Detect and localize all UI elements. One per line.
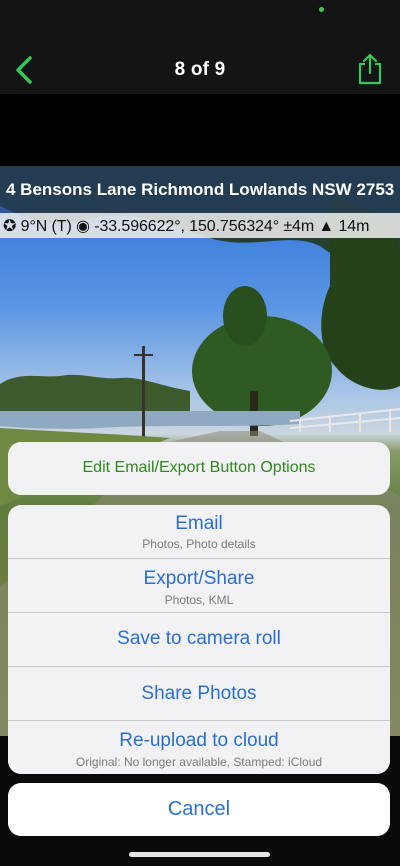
edit-options-label: Edit Email/Export Button Options bbox=[82, 459, 316, 476]
export-share-button[interactable]: Export/Share Photos, KML bbox=[8, 558, 390, 612]
action-subtitle: Original: No longer available, Stamped: … bbox=[75, 755, 323, 769]
cancel-button[interactable]: Cancel bbox=[8, 783, 390, 836]
action-subtitle: Photos, Photo details bbox=[142, 537, 256, 551]
action-label: Save to camera roll bbox=[117, 628, 281, 649]
home-indicator bbox=[129, 852, 270, 857]
action-label: Re-upload to cloud bbox=[119, 730, 279, 751]
page-title: 8 of 9 bbox=[174, 59, 226, 80]
action-sheet: Email Photos, Photo details Export/Share… bbox=[8, 505, 390, 774]
status-indicator-dot bbox=[319, 7, 324, 12]
action-subtitle: Photos, KML bbox=[164, 593, 234, 607]
share-photos-button[interactable]: Share Photos bbox=[8, 666, 390, 720]
reupload-to-cloud-button[interactable]: Re-upload to cloud Original: No longer a… bbox=[8, 720, 390, 774]
email-button[interactable]: Email Photos, Photo details bbox=[8, 505, 390, 558]
address-label: 4 Bensons Lane Richmond Lowlands NSW 275… bbox=[6, 180, 395, 199]
action-label: Email bbox=[175, 513, 223, 534]
share-button[interactable] bbox=[354, 52, 386, 86]
action-label: Share Photos bbox=[141, 683, 257, 704]
action-label: Export/Share bbox=[143, 568, 255, 589]
cancel-label: Cancel bbox=[167, 798, 231, 820]
share-icon bbox=[358, 53, 382, 85]
coordinates-overlay: ✪ 9°N (T) ◉ -33.596622°, 150.756324° ±4m… bbox=[0, 213, 400, 238]
address-overlay: 4 Bensons Lane Richmond Lowlands NSW 275… bbox=[0, 166, 400, 213]
save-to-camera-roll-button[interactable]: Save to camera roll bbox=[8, 612, 390, 666]
navigation-bar: 8 of 9 bbox=[0, 0, 400, 94]
edit-options-button[interactable]: Edit Email/Export Button Options bbox=[8, 442, 390, 495]
coordinates-label: ✪ 9°N (T) ◉ -33.596622°, 150.756324° ±4m… bbox=[3, 218, 370, 235]
